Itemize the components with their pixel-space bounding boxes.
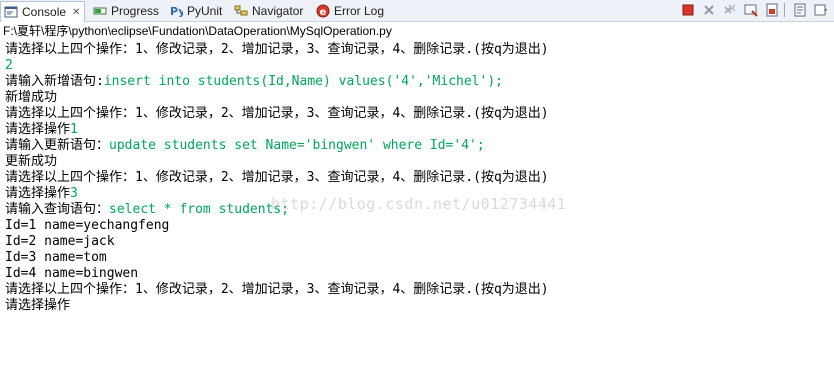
close-icon[interactable]: ✕ [72,7,80,18]
prompt-text: 请选择操作 [5,122,71,137]
console-line: 新增成功 [5,90,58,105]
svg-text:Py: Py [170,5,183,18]
clear-console-icon[interactable] [742,2,760,18]
show-console-icon[interactable] [791,2,809,18]
tab-label: Navigator [252,3,304,18]
tab-navigator[interactable]: Navigator [234,1,303,20]
user-input-text: 1 [70,122,78,137]
tab-label: Console [22,5,67,19]
user-input-text: insert into students(Id,Name) values('4'… [103,74,503,89]
console-line: Id=2 name=jack [5,234,115,249]
prompt-text: 请输入新增语句: [5,74,104,89]
console-line: Id=4 name=bingwen [5,266,139,281]
console-line: 请选择操作1 [5,122,831,138]
console-output[interactable]: 请选择以上四个操作：1、修改记录，2、增加记录，3、查询记录，4、删除记录.(按… [5,42,831,314]
scroll-lock-icon[interactable] [763,2,781,18]
navigator-icon [234,4,248,18]
tab-label: PyUnit [187,3,223,18]
watermark: http://blog.csdn.net/u012734441 [271,195,567,213]
console-line: 请选择操作 [5,298,71,313]
user-input-text: 3 [70,186,78,201]
console-line: Id=3 name=tom [5,250,107,265]
tab-progress[interactable]: Progress [93,1,159,20]
console-line: 更新成功 [5,154,58,169]
console-launch-path: F:\夏轩\程序\python\eclipse\Fundation\DataOp… [3,24,392,38]
prompt-text: 请选择操作 [5,186,71,201]
remove-launch-icon[interactable] [700,2,718,18]
console-line: 请选择以上四个操作：1、修改记录，2、增加记录，3、查询记录，4、删除记录.(按… [5,42,549,57]
svg-text:e: e [320,7,327,18]
remove-all-icon[interactable] [721,2,739,18]
tab-label: Progress [111,3,160,18]
tab-error-log[interactable]: e Error Log [316,1,384,20]
pyunit-icon: Py [169,4,183,18]
toolbar-separator [784,3,785,17]
prompt-text: 请输入查询语句： [5,202,110,217]
prompt-text: 请输入更新语句： [5,138,110,153]
console-line: Id=1 name=yechangfeng [5,218,170,233]
console-line: 请选择以上四个操作：1、修改记录，2、增加记录，3、查询记录，4、删除记录.(按… [5,106,549,121]
console-line: 请输入更新语句：update students set Name='bingwe… [5,138,831,154]
tab-pyunit[interactable]: Py PyUnit [169,1,222,20]
console-line-input: 2 [5,58,13,73]
tab-console[interactable]: Console ✕ [0,1,86,22]
console-line: 请选择以上四个操作：1、修改记录，2、增加记录，3、查询记录，4、删除记录.(按… [5,282,549,297]
console-line: 请选择以上四个操作：1、修改记录，2、增加记录，3、查询记录，4、删除记录.(按… [5,170,549,185]
console-line: 请输入新增语句:insert into students(Id,Name) va… [5,74,831,90]
view-tab-bar: Console ✕ Progress Py PyUnit Navigator e… [0,0,834,22]
error-log-icon: e [316,4,330,18]
terminate-icon[interactable] [679,2,697,18]
user-input-text: update students set Name='bingwen' where… [109,138,485,153]
tab-label: Error Log [334,3,385,18]
progress-icon [93,4,107,18]
console-toolbar [676,2,830,18]
user-input-text: select * from students; [109,202,290,217]
display-selected-console-icon[interactable] [812,2,830,18]
console-icon [4,5,18,19]
